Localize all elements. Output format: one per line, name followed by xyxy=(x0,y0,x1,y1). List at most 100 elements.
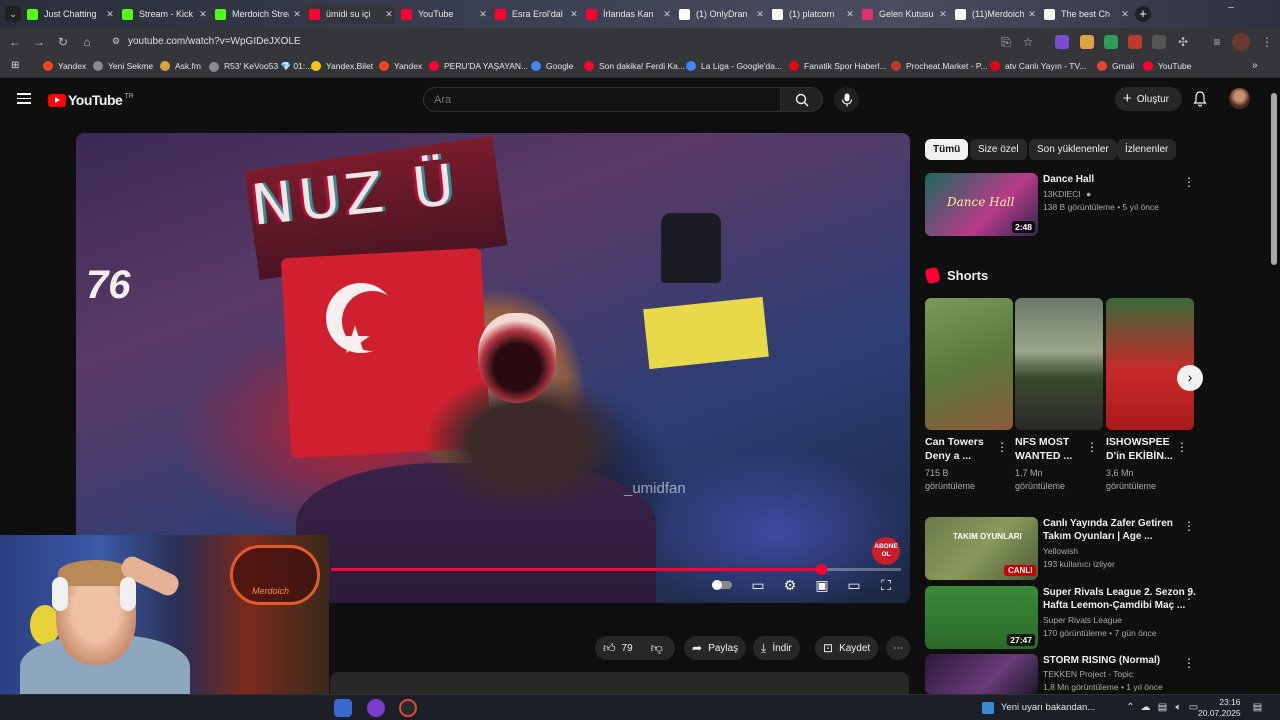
save-button[interactable]: ⊡ Kaydet xyxy=(815,636,879,660)
extension-icon[interactable] xyxy=(1152,35,1166,49)
bookmark-star-icon[interactable]: ☆ xyxy=(1021,35,1035,49)
tab-close-icon[interactable]: ✕ xyxy=(568,9,580,20)
browser-tab[interactable]: ümidi su içi ✕ xyxy=(305,4,395,24)
site-info-icon[interactable]: ⚙ xyxy=(110,36,122,48)
browser-tab[interactable]: Just Chatting ✕ xyxy=(23,4,116,24)
new-tab-button[interactable]: + xyxy=(1135,6,1151,22)
short-thumbnail[interactable] xyxy=(925,298,1013,430)
share-button[interactable]: ➦ Paylaş xyxy=(684,636,747,660)
taskbar-browser-icon[interactable] xyxy=(399,699,417,717)
autoplay-toggle[interactable] xyxy=(712,576,732,594)
short-options-icon[interactable]: ⋮ xyxy=(1176,440,1188,454)
video-player[interactable]: NUZ Ü 76 ★ _umidfan ABONE OL ▭ ⚙ ▣ ▭ ⛶ xyxy=(76,133,910,603)
video-options-icon[interactable]: ⋮ xyxy=(1183,656,1195,670)
browser-tab[interactable]: The best Ch ✕ xyxy=(1040,4,1131,24)
short-title[interactable]: WANTED ... xyxy=(1015,449,1072,463)
taskbar-notification-text[interactable]: Yeni uyarı bakandan... xyxy=(1001,702,1095,713)
tab-close-icon[interactable]: ✕ xyxy=(1026,9,1038,20)
short-title[interactable]: ISHOWSPEE xyxy=(1106,435,1170,449)
browser-tab[interactable]: (1) platcorn ✕ xyxy=(768,4,856,24)
tab-close-icon[interactable]: ✕ xyxy=(197,9,209,20)
browser-tab[interactable]: Gelen Kutusu ✕ xyxy=(858,4,949,24)
weather-icon[interactable] xyxy=(982,702,994,714)
video-title[interactable]: Canlı Yayında Zafer Getiren xyxy=(1043,517,1173,530)
search-input[interactable] xyxy=(423,87,781,112)
tab-close-icon[interactable]: ✕ xyxy=(477,9,489,20)
install-app-icon[interactable]: ⎘ xyxy=(999,35,1013,49)
short-thumbnail[interactable] xyxy=(1106,298,1194,430)
miniplayer-icon[interactable]: ▣ xyxy=(813,576,831,594)
chip-recently-uploaded[interactable]: Son yüklenenler xyxy=(1029,139,1117,160)
browser-tab[interactable]: Esra Erol'dal ✕ xyxy=(491,4,580,24)
video-options-icon[interactable]: ⋮ xyxy=(1183,588,1195,602)
tab-close-icon[interactable]: ✕ xyxy=(754,9,766,20)
browser-tab[interactable]: YouTube ✕ xyxy=(397,4,489,24)
bookmark-item[interactable]: Yandex xyxy=(379,61,422,71)
short-options-icon[interactable]: ⋮ xyxy=(1086,440,1098,454)
video-channel[interactable]: TEKKEN Project - Topic xyxy=(1043,668,1133,681)
network-icon[interactable]: ▤ xyxy=(1157,702,1168,713)
video-title[interactable]: Hafta Leemon-Çamdibi Maç ... xyxy=(1043,599,1185,612)
browser-tab[interactable]: (11)Merdoich ✕ xyxy=(951,4,1038,24)
more-actions-button[interactable]: ⋯ xyxy=(886,636,910,660)
tray-app-icon[interactable]: ☁ xyxy=(1140,702,1151,713)
bookmark-item[interactable]: Procheat.Market - P... xyxy=(891,61,988,71)
short-title[interactable]: Can Towers xyxy=(925,435,984,449)
tab-close-icon[interactable]: ✕ xyxy=(291,9,303,20)
theater-mode-icon[interactable]: ▭ xyxy=(845,576,863,594)
video-thumbnail[interactable]: Dance Hall 2:48 xyxy=(925,173,1038,236)
volume-icon[interactable]: 🔈︎ xyxy=(1173,702,1184,713)
fullscreen-icon[interactable]: ⛶ xyxy=(877,576,895,594)
create-button[interactable]: + Oluştur xyxy=(1115,87,1182,111)
taskbar-clock[interactable]: 23:16 20.07.2025 xyxy=(1198,697,1241,719)
chip-for-you[interactable]: Size özel xyxy=(970,139,1027,160)
video-options-icon[interactable]: ⋮ xyxy=(1183,519,1195,533)
tab-close-icon[interactable]: ✕ xyxy=(104,9,116,20)
extension-icon[interactable] xyxy=(1055,35,1069,49)
video-channel[interactable]: Super Rivals League xyxy=(1043,614,1122,627)
url-text[interactable]: youtube.com/watch?v=WpGIDeJXOLE xyxy=(128,36,301,47)
video-title[interactable]: Dance Hall xyxy=(1043,173,1094,186)
short-title[interactable]: NFS MOST xyxy=(1015,435,1069,449)
short-title[interactable]: D'in EKİBİN... xyxy=(1106,449,1173,463)
video-thumbnail[interactable]: 27:47 xyxy=(925,586,1038,649)
bookmark-item[interactable]: Ask.fm xyxy=(160,61,201,71)
short-thumbnail[interactable] xyxy=(1015,298,1103,430)
back-icon[interactable]: ← xyxy=(8,35,22,49)
minimize-button[interactable]: – xyxy=(1224,2,1238,16)
forward-icon[interactable]: → xyxy=(32,35,46,49)
taskbar-app-icon[interactable] xyxy=(367,699,385,717)
progress-bar[interactable] xyxy=(331,564,901,575)
tab-close-icon[interactable]: ✕ xyxy=(661,9,673,20)
start-menu-icon[interactable] xyxy=(334,699,352,717)
bookmark-item[interactable]: Yandex xyxy=(43,61,86,71)
video-options-icon[interactable]: ⋮ xyxy=(1183,175,1195,189)
bookmark-item[interactable]: Google xyxy=(531,61,573,71)
apps-grid-icon[interactable]: ⊞ xyxy=(11,61,21,71)
tab-search-button[interactable]: ⌄ xyxy=(5,6,21,22)
extension-icon[interactable] xyxy=(1080,35,1094,49)
shorts-next-arrow-icon[interactable]: › xyxy=(1177,365,1203,391)
extension-icon[interactable] xyxy=(1128,35,1142,49)
bookmark-item[interactable]: La Liga - Google'da... xyxy=(686,61,782,71)
video-title[interactable]: Takım Oyunları | Age ... xyxy=(1043,530,1153,543)
profile-avatar-icon[interactable] xyxy=(1232,33,1250,51)
voice-search-button[interactable] xyxy=(834,87,859,112)
tab-close-icon[interactable]: ✕ xyxy=(1119,9,1131,20)
bookmark-item[interactable]: Yandex.Bilet xyxy=(311,61,373,71)
notifications-icon[interactable]: ▤ xyxy=(1252,702,1263,713)
chip-all[interactable]: Tümü xyxy=(925,139,969,160)
subtitles-icon[interactable]: ▭ xyxy=(749,576,767,594)
tab-close-icon[interactable]: ✕ xyxy=(383,9,395,20)
bookmark-item[interactable]: YouTube xyxy=(1143,61,1191,71)
short-options-icon[interactable]: ⋮ xyxy=(996,440,1008,454)
bookmark-item[interactable]: Yeni Sekme xyxy=(93,61,153,71)
dislike-button[interactable]: 👎︎ xyxy=(651,641,663,656)
bookmark-item[interactable]: atv Canlı Yayın - TV... xyxy=(990,61,1086,71)
search-button[interactable] xyxy=(781,87,823,112)
bookmark-item[interactable]: Fanatik Spor Haberl... xyxy=(789,61,887,71)
account-avatar[interactable] xyxy=(1229,88,1250,109)
video-channel[interactable]: Yellowish xyxy=(1043,545,1078,558)
home-icon[interactable]: ⌂ xyxy=(80,35,94,49)
bookmarks-overflow-icon[interactable]: » xyxy=(1252,60,1258,71)
